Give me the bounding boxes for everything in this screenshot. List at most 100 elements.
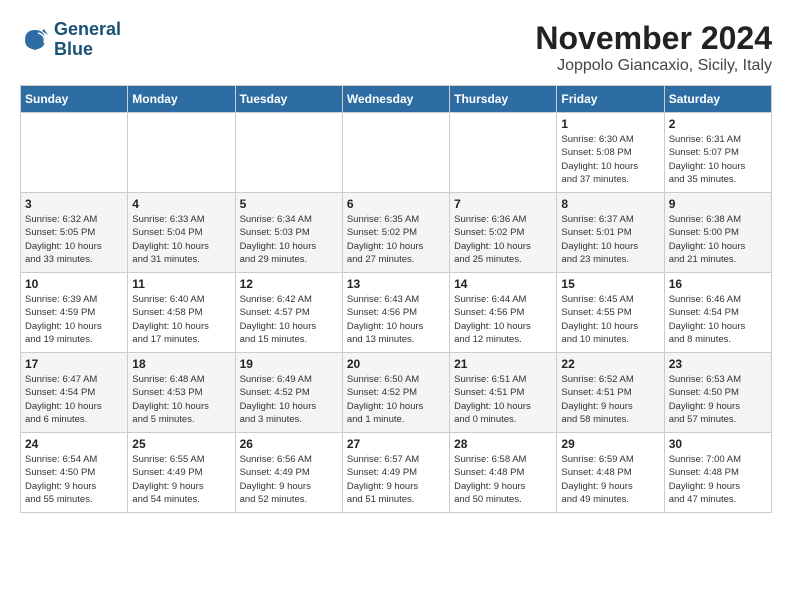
day-number: 28	[454, 437, 552, 451]
cell-info: Sunrise: 6:56 AM Sunset: 4:49 PM Dayligh…	[240, 453, 338, 506]
cell-info: Sunrise: 6:33 AM Sunset: 5:04 PM Dayligh…	[132, 213, 230, 266]
day-number: 10	[25, 277, 123, 291]
day-number: 18	[132, 357, 230, 371]
day-number: 8	[561, 197, 659, 211]
day-number: 25	[132, 437, 230, 451]
calendar-header-row: SundayMondayTuesdayWednesdayThursdayFrid…	[21, 86, 772, 113]
weekday-header: Wednesday	[342, 86, 449, 113]
calendar-cell: 6 Sunrise: 6:35 AM Sunset: 5:02 PM Daylig…	[342, 193, 449, 273]
calendar-cell: 22 Sunrise: 6:52 AM Sunset: 4:51 PM Dayli…	[557, 353, 664, 433]
calendar-cell: 8 Sunrise: 6:37 AM Sunset: 5:01 PM Daylig…	[557, 193, 664, 273]
cell-info: Sunrise: 6:52 AM Sunset: 4:51 PM Dayligh…	[561, 373, 659, 426]
page-header: General Blue November 2024 Joppolo Gianc…	[20, 20, 772, 75]
calendar-cell: 28Sunrise: 6:58 AM Sunset: 4:48 PM Dayli…	[450, 433, 557, 513]
day-number: 12	[240, 277, 338, 291]
cell-info: Sunrise: 6:30 AM Sunset: 5:08 PM Dayligh…	[561, 133, 659, 186]
cell-info: Sunrise: 6:38 AM Sunset: 5:00 PM Dayligh…	[669, 213, 767, 266]
calendar-cell: 24 Sunrise: 6:54 AM Sunset: 4:50 PM Dayli…	[21, 433, 128, 513]
day-number: 19	[240, 357, 338, 371]
cell-info: Sunrise: 6:57 AM Sunset: 4:49 PM Dayligh…	[347, 453, 445, 506]
calendar-week-row: 24 Sunrise: 6:54 AM Sunset: 4:50 PM Dayli…	[21, 433, 772, 513]
logo-text: General Blue	[54, 20, 121, 60]
weekday-header: Sunday	[21, 86, 128, 113]
day-number: 29	[561, 437, 659, 451]
cell-info: Sunrise: 6:44 AM Sunset: 4:56 PM Dayligh…	[454, 293, 552, 346]
day-number: 5	[240, 197, 338, 211]
calendar-cell: 17Sunrise: 6:47 AM Sunset: 4:54 PM Dayli…	[21, 353, 128, 433]
day-number: 22	[561, 357, 659, 371]
day-number: 21	[454, 357, 552, 371]
calendar-cell: 29 Sunrise: 6:59 AM Sunset: 4:48 PM Dayli…	[557, 433, 664, 513]
calendar-cell	[450, 113, 557, 193]
cell-info: Sunrise: 6:35 AM Sunset: 5:02 PM Dayligh…	[347, 213, 445, 266]
cell-info: Sunrise: 6:31 AM Sunset: 5:07 PM Dayligh…	[669, 133, 767, 186]
calendar-cell: 13Sunrise: 6:43 AM Sunset: 4:56 PM Dayli…	[342, 273, 449, 353]
day-number: 2	[669, 117, 767, 131]
cell-info: Sunrise: 6:42 AM Sunset: 4:57 PM Dayligh…	[240, 293, 338, 346]
weekday-header: Thursday	[450, 86, 557, 113]
cell-info: Sunrise: 6:51 AM Sunset: 4:51 PM Dayligh…	[454, 373, 552, 426]
weekday-header: Saturday	[664, 86, 771, 113]
month-title: November 2024	[535, 20, 772, 57]
day-number: 16	[669, 277, 767, 291]
calendar-cell	[21, 113, 128, 193]
cell-info: Sunrise: 6:59 AM Sunset: 4:48 PM Dayligh…	[561, 453, 659, 506]
calendar-cell: 20Sunrise: 6:50 AM Sunset: 4:52 PM Dayli…	[342, 353, 449, 433]
day-number: 6	[347, 197, 445, 211]
calendar-cell	[128, 113, 235, 193]
day-number: 3	[25, 197, 123, 211]
calendar-cell: 27Sunrise: 6:57 AM Sunset: 4:49 PM Dayli…	[342, 433, 449, 513]
calendar-week-row: 17Sunrise: 6:47 AM Sunset: 4:54 PM Dayli…	[21, 353, 772, 433]
calendar-week-row: 10 Sunrise: 6:39 AM Sunset: 4:59 PM Dayli…	[21, 273, 772, 353]
location-title: Joppolo Giancaxio, Sicily, Italy	[535, 57, 772, 75]
calendar-cell: 5Sunrise: 6:34 AM Sunset: 5:03 PM Daylig…	[235, 193, 342, 273]
calendar-cell: 19 Sunrise: 6:49 AM Sunset: 4:52 PM Dayli…	[235, 353, 342, 433]
day-number: 20	[347, 357, 445, 371]
calendar-cell: 7Sunrise: 6:36 AM Sunset: 5:02 PM Daylig…	[450, 193, 557, 273]
calendar-cell: 4 Sunrise: 6:33 AM Sunset: 5:04 PM Daylig…	[128, 193, 235, 273]
weekday-header: Friday	[557, 86, 664, 113]
calendar-cell: 25 Sunrise: 6:55 AM Sunset: 4:49 PM Dayli…	[128, 433, 235, 513]
calendar-cell	[342, 113, 449, 193]
cell-info: Sunrise: 6:39 AM Sunset: 4:59 PM Dayligh…	[25, 293, 123, 346]
cell-info: Sunrise: 6:49 AM Sunset: 4:52 PM Dayligh…	[240, 373, 338, 426]
logo: General Blue	[20, 20, 121, 60]
cell-info: Sunrise: 6:32 AM Sunset: 5:05 PM Dayligh…	[25, 213, 123, 266]
logo-line2: Blue	[54, 40, 121, 60]
cell-info: Sunrise: 6:40 AM Sunset: 4:58 PM Dayligh…	[132, 293, 230, 346]
calendar-cell: 26 Sunrise: 6:56 AM Sunset: 4:49 PM Dayli…	[235, 433, 342, 513]
day-number: 14	[454, 277, 552, 291]
calendar-cell: 1Sunrise: 6:30 AM Sunset: 5:08 PM Daylig…	[557, 113, 664, 193]
cell-info: Sunrise: 6:48 AM Sunset: 4:53 PM Dayligh…	[132, 373, 230, 426]
cell-info: Sunrise: 6:36 AM Sunset: 5:02 PM Dayligh…	[454, 213, 552, 266]
day-number: 11	[132, 277, 230, 291]
day-number: 24	[25, 437, 123, 451]
cell-info: Sunrise: 6:54 AM Sunset: 4:50 PM Dayligh…	[25, 453, 123, 506]
cell-info: Sunrise: 6:37 AM Sunset: 5:01 PM Dayligh…	[561, 213, 659, 266]
calendar-cell: 21 Sunrise: 6:51 AM Sunset: 4:51 PM Dayli…	[450, 353, 557, 433]
calendar-cell: 23 Sunrise: 6:53 AM Sunset: 4:50 PM Dayli…	[664, 353, 771, 433]
calendar-week-row: 3 Sunrise: 6:32 AM Sunset: 5:05 PM Daylig…	[21, 193, 772, 273]
calendar-cell: 14 Sunrise: 6:44 AM Sunset: 4:56 PM Dayli…	[450, 273, 557, 353]
day-number: 23	[669, 357, 767, 371]
cell-info: Sunrise: 6:45 AM Sunset: 4:55 PM Dayligh…	[561, 293, 659, 346]
cell-info: Sunrise: 6:53 AM Sunset: 4:50 PM Dayligh…	[669, 373, 767, 426]
cell-info: Sunrise: 7:00 AM Sunset: 4:48 PM Dayligh…	[669, 453, 767, 506]
day-number: 15	[561, 277, 659, 291]
cell-info: Sunrise: 6:55 AM Sunset: 4:49 PM Dayligh…	[132, 453, 230, 506]
calendar-cell	[235, 113, 342, 193]
cell-info: Sunrise: 6:43 AM Sunset: 4:56 PM Dayligh…	[347, 293, 445, 346]
calendar-cell: 3 Sunrise: 6:32 AM Sunset: 5:05 PM Daylig…	[21, 193, 128, 273]
logo-line1: General	[54, 20, 121, 40]
calendar-cell: 9 Sunrise: 6:38 AM Sunset: 5:00 PM Daylig…	[664, 193, 771, 273]
calendar-cell: 16Sunrise: 6:46 AM Sunset: 4:54 PM Dayli…	[664, 273, 771, 353]
day-number: 26	[240, 437, 338, 451]
calendar-week-row: 1Sunrise: 6:30 AM Sunset: 5:08 PM Daylig…	[21, 113, 772, 193]
day-number: 9	[669, 197, 767, 211]
calendar-cell: 30Sunrise: 7:00 AM Sunset: 4:48 PM Dayli…	[664, 433, 771, 513]
day-number: 4	[132, 197, 230, 211]
calendar-table: SundayMondayTuesdayWednesdayThursdayFrid…	[20, 85, 772, 513]
logo-icon	[20, 25, 50, 55]
day-number: 17	[25, 357, 123, 371]
calendar-cell: 2 Sunrise: 6:31 AM Sunset: 5:07 PM Daylig…	[664, 113, 771, 193]
